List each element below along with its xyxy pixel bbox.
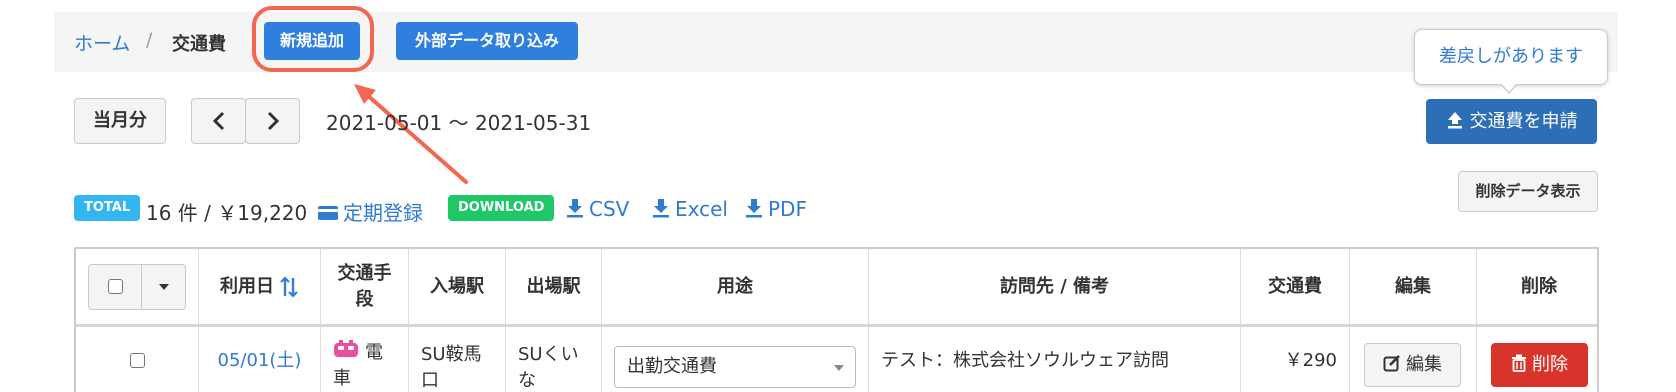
edit-icon [1383,355,1400,372]
apply-transport-fee-button[interactable]: 交通費を申請 [1426,99,1597,144]
download-icon [567,199,583,218]
row-fare: ￥290 [1241,327,1350,392]
highlight-ring [252,6,374,72]
row-transport-line1: 電 [365,342,383,363]
commuter-pass-link[interactable]: 定期登録 [318,197,423,226]
excel-label: Excel [675,197,728,221]
show-deleted-data-button[interactable]: 削除データ表示 [1458,171,1598,212]
transport-table: 利用日 交通手 段 入場駅 出場駅 用途 訪問先 / 備考 交通費 編集 削除 … [74,247,1599,392]
row-exit-line2: な [518,370,536,391]
this-month-button[interactable]: 当月分 [74,98,166,144]
row-edit-cell: 編集 [1350,327,1477,392]
caret-down-icon [834,365,844,371]
header-entry-station: 入場駅 [409,249,506,324]
header-select [76,249,199,324]
delete-button[interactable]: 削除 [1491,343,1588,387]
date-range: 2021-05-01 〜 2021-05-31 [326,111,592,135]
apply-button-label: 交通費を申請 [1469,111,1578,132]
trash-icon [1512,354,1526,372]
return-notice-tooltip: 差戻しがあります [1414,29,1608,85]
header-edit: 編集 [1350,249,1477,324]
delete-button-label: 削除 [1532,354,1568,375]
download-icon [746,199,762,218]
row-destination: テスト：株式会社ソウルウェア訪問 [869,327,1241,392]
header-delete: 削除 [1521,275,1557,297]
breadcrumb-current: 交通費 [172,34,226,55]
header-date-label: 利用日 [220,275,274,297]
purpose-select[interactable]: 出勤交通費 [614,346,856,388]
header-transport: 交通手 段 [321,249,409,324]
row-purpose-cell: 出勤交通費 [602,327,869,392]
breadcrumb-separator: / [146,29,153,51]
row-exit-station: SUくい な [506,327,602,392]
pdf-label: PDF [768,197,807,221]
row-transport: 電 車 [321,327,409,392]
bulk-menu-dropdown[interactable] [142,265,185,309]
csv-label: CSV [589,197,630,221]
chevron-right-icon [267,111,280,131]
total-badge: TOTAL [74,195,141,221]
purpose-selected-value: 出勤交通費 [627,356,717,377]
header-purpose: 用途 [602,249,869,324]
total-summary: 16 件 / ￥19,220 [146,201,308,225]
edit-button-label: 編集 [1406,354,1442,375]
prev-period-button[interactable] [191,98,246,144]
download-pdf-link[interactable]: PDF [745,197,807,221]
header-exit-station: 出場駅 [506,249,602,324]
row-date-link[interactable]: 05/01(土) [199,327,321,392]
download-icon [653,199,669,218]
header-transport-line2: 段 [355,288,374,310]
row-entry-line1: SU鞍馬 [421,344,482,365]
download-csv-link[interactable]: CSV [566,197,629,221]
tooltip-tail-inner [1501,83,1517,92]
upload-icon [1447,112,1462,129]
header-destination: 訪問先 / 備考 [869,249,1241,324]
row-checkbox[interactable] [76,327,199,392]
breadcrumb-home-link[interactable]: ホーム [74,29,130,56]
commuter-pass-label: 定期登録 [343,201,423,225]
caret-down-icon [158,283,169,290]
row-entry-station: SU鞍馬 口 [409,327,506,392]
chevron-left-icon [212,111,225,131]
import-external-data-button[interactable]: 外部データ取り込み [396,22,578,60]
row-transport-line2: 車 [333,368,351,389]
sort-icon [280,275,298,298]
header-fare: 交通費 [1241,249,1350,324]
download-excel-link[interactable]: Excel [652,197,728,221]
row-entry-line2: 口 [421,370,439,391]
train-icon [334,340,358,357]
download-badge: DOWNLOAD [448,195,555,221]
row-delete-cell: 削除 [1477,327,1597,392]
row-exit-line1: SUくい [518,344,579,365]
header-transport-line1: 交通手 [337,262,392,284]
header-date[interactable]: 利用日 [199,249,321,324]
next-period-button[interactable] [245,98,300,144]
select-all-checkbox[interactable] [89,264,142,309]
edit-button[interactable]: 編集 [1364,343,1461,387]
card-icon [318,206,338,220]
